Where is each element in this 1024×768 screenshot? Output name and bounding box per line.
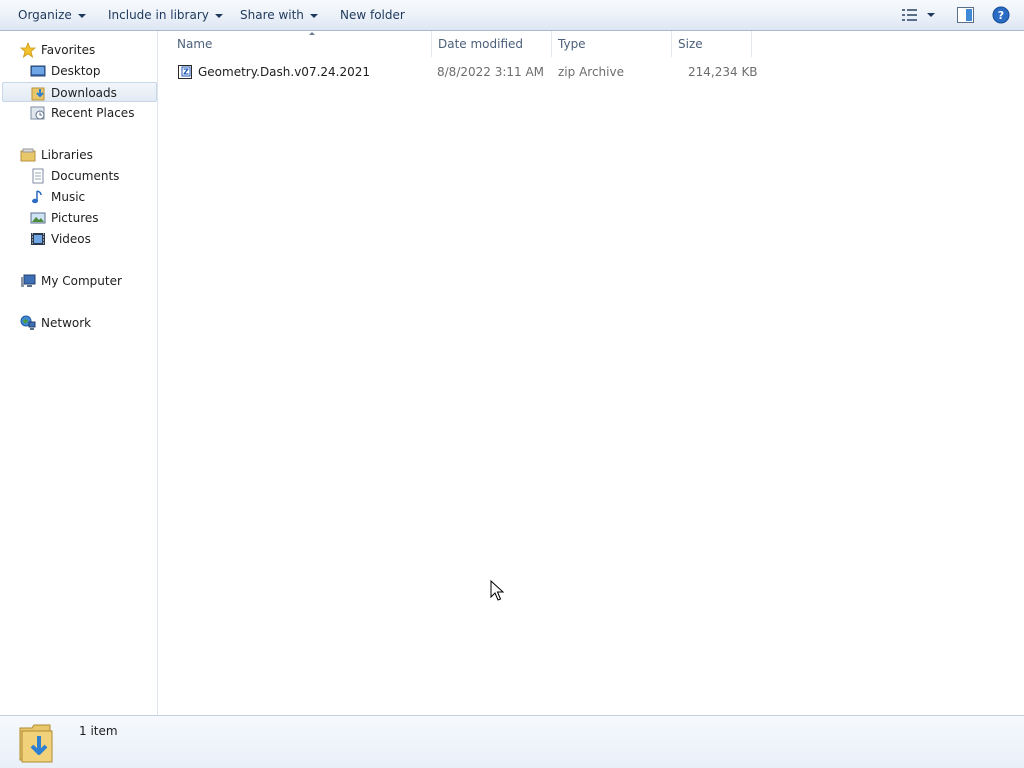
svg-text:Z: Z <box>183 68 189 77</box>
recent-places-icon <box>30 106 45 120</box>
file-date-modified: 8/8/2022 3:11 AM <box>437 65 545 79</box>
preview-pane-button[interactable] <box>957 7 974 26</box>
navigation-pane: Favorites Desktop Downloads Recent Place… <box>0 31 158 715</box>
chevron-down-icon <box>77 13 86 18</box>
nav-item-pictures[interactable]: Pictures <box>30 208 150 228</box>
nav-my-computer[interactable]: My Computer <box>20 271 140 291</box>
table-row[interactable]: Z Geometry.Dash.v07.24.2021 8/8/2022 3:1… <box>171 61 761 83</box>
column-header-size-label: Size <box>678 37 703 51</box>
mouse-cursor-icon <box>490 580 504 601</box>
column-header-size[interactable]: Size <box>672 31 752 57</box>
file-list: Name Date modified Type Size Z Geometry.… <box>159 31 1024 715</box>
organize-button[interactable]: Organize <box>18 0 86 30</box>
column-header-name[interactable]: Name <box>171 31 432 57</box>
computer-icon <box>21 274 36 287</box>
nav-favorites[interactable]: Favorites <box>20 40 140 60</box>
star-icon <box>20 42 36 58</box>
nav-item-music[interactable]: Music <box>30 187 150 207</box>
nav-favorites-label: Favorites <box>41 43 96 57</box>
file-name: Geometry.Dash.v07.24.2021 <box>198 65 371 79</box>
column-header-date-modified[interactable]: Date modified <box>432 31 552 57</box>
share-with-button[interactable]: Share with <box>240 0 318 30</box>
nav-item-label: Desktop <box>51 64 101 78</box>
preview-pane-icon <box>957 7 974 23</box>
column-header-date-label: Date modified <box>438 37 524 51</box>
nav-item-videos[interactable]: Videos <box>30 229 150 249</box>
chevron-down-icon <box>214 13 223 18</box>
column-header-type-label: Type <box>558 37 586 51</box>
sort-ascending-icon <box>309 32 315 35</box>
nav-item-label: Videos <box>51 232 91 246</box>
nav-network-label: Network <box>41 316 92 330</box>
organize-label: Organize <box>18 8 72 22</box>
nav-item-desktop[interactable]: Desktop <box>30 61 150 81</box>
documents-icon <box>32 168 44 184</box>
videos-icon <box>31 233 45 245</box>
nav-item-label: Recent Places <box>51 106 135 120</box>
include-in-library-button[interactable]: Include in library <box>108 0 223 30</box>
command-bar: Organize Include in library Share with N… <box>0 0 1024 31</box>
help-button[interactable]: ? <box>992 6 1010 27</box>
nav-item-documents[interactable]: Documents <box>30 166 150 186</box>
nav-item-recent-places[interactable]: Recent Places <box>30 103 150 123</box>
column-header-type[interactable]: Type <box>552 31 672 57</box>
nav-libraries[interactable]: Libraries <box>20 145 140 165</box>
file-size: 214,234 KB <box>688 65 758 79</box>
nav-item-label: Documents <box>51 169 120 183</box>
help-icon: ? <box>992 6 1010 24</box>
pictures-icon <box>30 212 46 224</box>
view-options-button[interactable] <box>902 8 938 25</box>
view-list-icon <box>902 9 935 21</box>
downloads-folder-icon <box>31 87 45 101</box>
svg-text:?: ? <box>998 9 1004 22</box>
new-folder-label: New folder <box>340 8 405 22</box>
nav-item-label: Pictures <box>51 211 99 225</box>
libraries-icon <box>20 148 36 162</box>
share-with-label: Share with <box>240 8 304 22</box>
nav-my-computer-label: My Computer <box>41 274 122 288</box>
item-count: 1 item <box>79 724 118 738</box>
nav-item-label: Music <box>51 190 86 204</box>
nav-libraries-label: Libraries <box>41 148 93 162</box>
network-icon <box>20 315 36 330</box>
nav-item-downloads[interactable]: Downloads <box>2 82 157 102</box>
zip-archive-icon: Z <box>178 65 192 79</box>
nav-item-label: Downloads <box>51 86 117 100</box>
desktop-icon <box>30 65 46 77</box>
include-in-library-label: Include in library <box>108 8 209 22</box>
music-icon <box>32 190 42 204</box>
downloads-folder-large-icon <box>19 724 53 763</box>
details-pane: 1 item <box>0 715 1024 768</box>
column-header-name-label: Name <box>177 37 213 51</box>
chevron-down-icon <box>309 13 318 18</box>
file-type: zip Archive <box>558 65 624 79</box>
new-folder-button[interactable]: New folder <box>340 0 405 30</box>
nav-network[interactable]: Network <box>20 313 140 333</box>
